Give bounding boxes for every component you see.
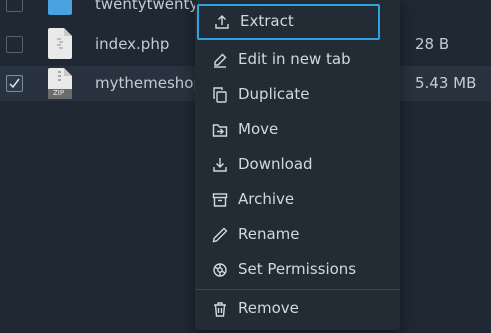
edit-icon: [212, 52, 228, 68]
archive-icon: [212, 192, 228, 208]
checkmark-icon: [9, 78, 20, 89]
menu-divider: [195, 289, 400, 290]
menu-item-move[interactable]: Move: [195, 112, 400, 147]
file-size: 5.43 MB: [415, 74, 477, 92]
folder-icon: [48, 0, 72, 19]
file-name[interactable]: mythemeshop: [95, 74, 203, 92]
permissions-icon: [212, 262, 228, 278]
menu-item-label: Rename: [238, 225, 300, 243]
duplicate-icon: [212, 87, 228, 103]
rename-icon: [212, 227, 228, 243]
menu-item-label: Archive: [238, 190, 295, 208]
php-file-icon: [48, 28, 72, 63]
menu-item-label: Set Permissions: [238, 260, 357, 278]
file-checkbox-checked[interactable]: [6, 75, 23, 92]
menu-item-label: Move: [238, 120, 279, 138]
zip-file-icon: ZIP: [48, 68, 72, 103]
menu-item-extract[interactable]: Extract: [197, 4, 380, 40]
menu-item-label: Edit in new tab: [238, 50, 351, 68]
zip-file-icon-label: ZIP: [53, 89, 65, 97]
context-menu: Extract Edit in new tab Duplicate Move D…: [195, 0, 400, 330]
move-icon: [212, 122, 228, 138]
menu-item-label: Download: [238, 155, 313, 173]
file-checkbox[interactable]: [6, 36, 23, 53]
menu-item-label: Remove: [238, 299, 299, 317]
menu-item-download[interactable]: Download: [195, 147, 400, 182]
menu-item-remove[interactable]: Remove: [195, 291, 400, 326]
extract-icon: [214, 14, 230, 30]
file-checkbox[interactable]: [6, 0, 23, 12]
menu-item-set-permissions[interactable]: Set Permissions: [195, 252, 400, 287]
menu-item-label: Duplicate: [238, 85, 310, 103]
trash-icon: [212, 301, 228, 317]
menu-item-label: Extract: [240, 12, 294, 30]
menu-item-duplicate[interactable]: Duplicate: [195, 77, 400, 112]
menu-item-rename[interactable]: Rename: [195, 217, 400, 252]
file-size: 28 B: [415, 35, 450, 53]
file-name[interactable]: index.php: [95, 35, 169, 53]
menu-item-edit-in-new-tab[interactable]: Edit in new tab: [195, 42, 400, 77]
menu-item-archive[interactable]: Archive: [195, 182, 400, 217]
download-icon: [212, 157, 228, 173]
